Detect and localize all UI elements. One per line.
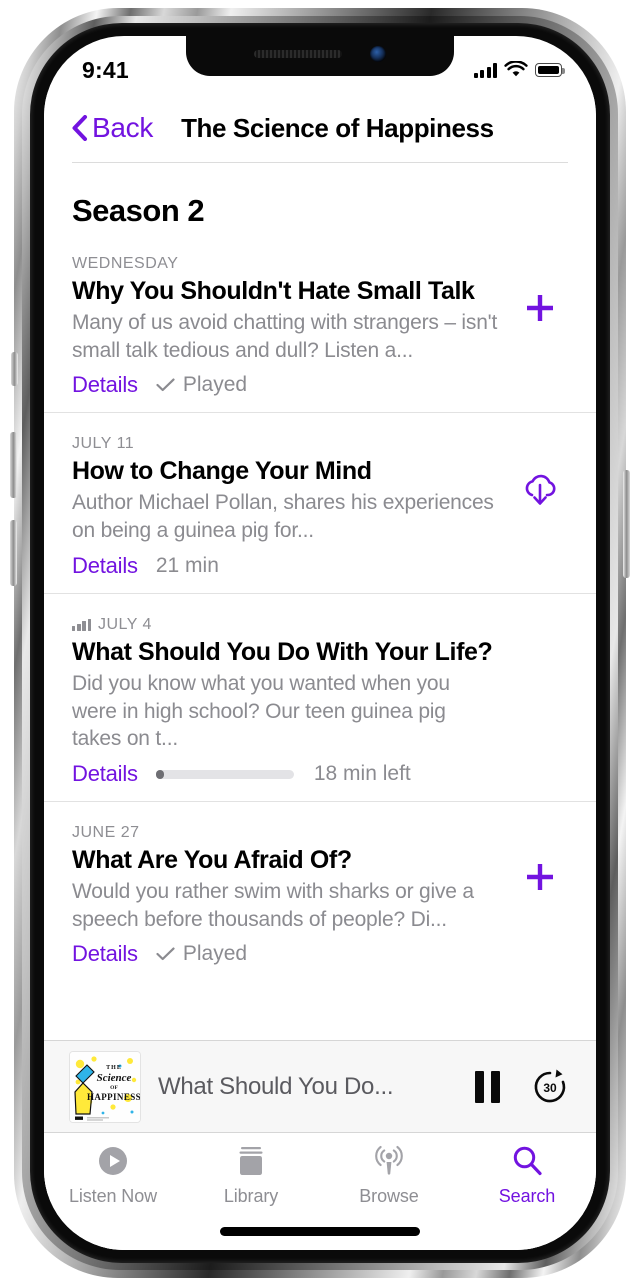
svg-text:OF: OF: [110, 1085, 118, 1091]
episode-date-label: WEDNESDAY: [72, 255, 179, 272]
page-title: The Science of Happiness: [181, 112, 494, 143]
episode-row[interactable]: WEDNESDAY Why You Shouldn't Hate Small T…: [44, 233, 596, 412]
episode-description: Would you rather swim with sharks or giv…: [72, 880, 474, 931]
volume-up-button[interactable]: [10, 432, 17, 498]
podcast-broadcast-icon: [372, 1143, 406, 1179]
details-link[interactable]: Details: [72, 553, 138, 579]
episode-title: Why You Shouldn't Hate Small Talk: [72, 277, 475, 305]
playback-progress: 18 min left: [155, 762, 411, 786]
episode-date: JULY 11: [72, 435, 498, 453]
phone-screen: 9:41 Back The Science of Happiness Seaso…: [44, 36, 596, 1250]
plus-icon[interactable]: [523, 860, 557, 894]
played-status-label: Played: [182, 942, 248, 966]
episode-title: How to Change Your Mind: [72, 457, 372, 486]
episode-description: Did you know what you wanted when you we…: [72, 671, 450, 751]
home-indicator[interactable]: [220, 1227, 420, 1236]
svg-text:HAPPINESS: HAPPINESS: [87, 1092, 140, 1102]
cloud-download-icon[interactable]: [519, 471, 561, 509]
back-button[interactable]: Back: [70, 112, 153, 144]
episode-date-label: JUNE 27: [72, 824, 140, 842]
skip-forward-seconds-label: 30: [543, 1081, 557, 1095]
checkmark-icon: [156, 378, 175, 392]
status-bar-clock: 9:41: [82, 56, 129, 83]
signal-bars-icon: [473, 62, 497, 78]
back-button-label: Back: [92, 112, 154, 143]
episode-date: JULY 4: [72, 616, 498, 634]
episode-row[interactable]: JUNE 27 What Are You Afraid Of? Would yo…: [44, 801, 596, 981]
volume-down-button[interactable]: [10, 520, 17, 586]
tab-library-label: Library: [223, 1186, 279, 1206]
played-status: Played: [156, 373, 247, 397]
tab-search-label: Search: [498, 1186, 556, 1206]
time-remaining-label: 18 min left: [313, 762, 411, 786]
front-camera-icon: [370, 46, 386, 62]
episode-row[interactable]: JULY 4 What Should You Do With Your Life…: [44, 592, 596, 801]
status-bar-indicators: [473, 61, 565, 79]
episode-action-empty: [512, 616, 568, 652]
notch: [186, 36, 454, 76]
svg-text:Science: Science: [97, 1072, 132, 1084]
details-link[interactable]: Details: [72, 372, 138, 398]
episode-date-label: JULY 11: [72, 435, 135, 453]
pause-button[interactable]: [475, 1070, 500, 1103]
episode-description: Author Michael Pollan, shares his experi…: [72, 491, 494, 543]
podcast-artwork[interactable]: THE Science OF HAPPINESS: [70, 1051, 140, 1122]
plus-icon[interactable]: [523, 291, 557, 325]
details-link[interactable]: Details: [72, 761, 138, 787]
earpiece-speaker-icon: [254, 50, 342, 58]
details-link[interactable]: Details: [72, 941, 138, 967]
magnifier-icon: [510, 1143, 544, 1179]
science-of-happiness-artwork-icon: THE Science OF HAPPINESS: [70, 1051, 140, 1122]
episode-row[interactable]: JULY 11 How to Change Your Mind Author M…: [44, 412, 596, 592]
mini-player[interactable]: THE Science OF HAPPINESS What Should You…: [44, 1040, 596, 1132]
episode-date: WEDNESDAY: [72, 255, 498, 273]
tab-browse-label: Browse: [359, 1186, 419, 1206]
episode-duration: 21 min: [155, 553, 219, 577]
season-heading: Season 2: [72, 193, 205, 228]
screenshot-stage: 9:41 Back The Science of Happiness Seaso…: [0, 0, 640, 1286]
episode-description: Many of us avoid chatting with strangers…: [72, 311, 498, 362]
power-button[interactable]: [623, 470, 630, 578]
played-status: Played: [156, 942, 247, 966]
battery-full-icon: [535, 63, 565, 77]
mute-switch[interactable]: [11, 352, 18, 386]
tab-listen-now-label: Listen Now: [68, 1186, 158, 1206]
checkmark-icon: [156, 947, 175, 961]
episode-date-label: JULY 4: [97, 615, 152, 633]
play-circle-icon: [96, 1143, 130, 1179]
progress-bar[interactable]: [155, 769, 294, 779]
nav-divider: [72, 162, 568, 163]
navigation-bar: Back The Science of Happiness: [44, 94, 596, 162]
wifi-icon: [504, 61, 528, 77]
mini-player-title: What Should You Do...: [158, 1072, 394, 1100]
played-status-label: Played: [182, 373, 248, 397]
tab-listen-now[interactable]: Listen Now: [44, 1143, 182, 1250]
episode-date: JUNE 27: [72, 824, 498, 842]
svg-text:THE: THE: [106, 1065, 122, 1071]
tab-search[interactable]: Search: [458, 1143, 596, 1250]
skip-forward-30-button[interactable]: 30: [530, 1067, 570, 1107]
chevron-left-icon: [72, 115, 87, 141]
library-icon: [234, 1143, 268, 1179]
episode-title: What Are You Afraid Of?: [72, 846, 352, 875]
episode-title: What Should You Do With Your Life?: [72, 637, 493, 666]
now-playing-bars-icon: [72, 618, 91, 631]
